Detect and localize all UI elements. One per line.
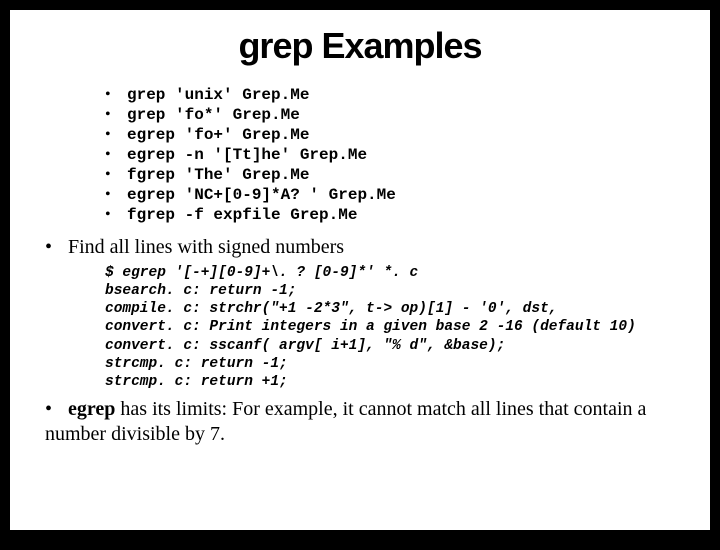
bullet-text: Find all lines with signed numbers <box>68 236 344 258</box>
example-item: egrep 'NC+[0-9]*A? ' Grep.Me <box>105 185 695 205</box>
example-item: fgrep 'The' Grep.Me <box>105 165 695 185</box>
example-item: grep 'unix' Grep.Me <box>105 85 695 105</box>
bullet-egrep-limits: egrep has its limits: For example, it ca… <box>45 397 695 447</box>
example-item: egrep 'fo+' Grep.Me <box>105 125 695 145</box>
egrep-keyword: egrep <box>68 398 115 420</box>
bullet-find-signed: Find all lines with signed numbers $ egr… <box>45 235 695 391</box>
slide: grep Examples grep 'unix' Grep.Me grep '… <box>10 10 710 530</box>
example-item: egrep -n '[Tt]he' Grep.Me <box>105 145 695 165</box>
code-output-block: $ egrep '[-+][0-9]+\. ? [0-9]*' *. c bse… <box>105 264 695 391</box>
bullet-rest: has its limits: For example, it cannot m… <box>45 398 646 445</box>
example-item: fgrep -f expfile Grep.Me <box>105 205 695 225</box>
grep-examples-list: grep 'unix' Grep.Me grep 'fo*' Grep.Me e… <box>105 85 695 225</box>
description-list: Find all lines with signed numbers $ egr… <box>45 235 695 447</box>
slide-title: grep Examples <box>25 25 695 67</box>
example-item: grep 'fo*' Grep.Me <box>105 105 695 125</box>
